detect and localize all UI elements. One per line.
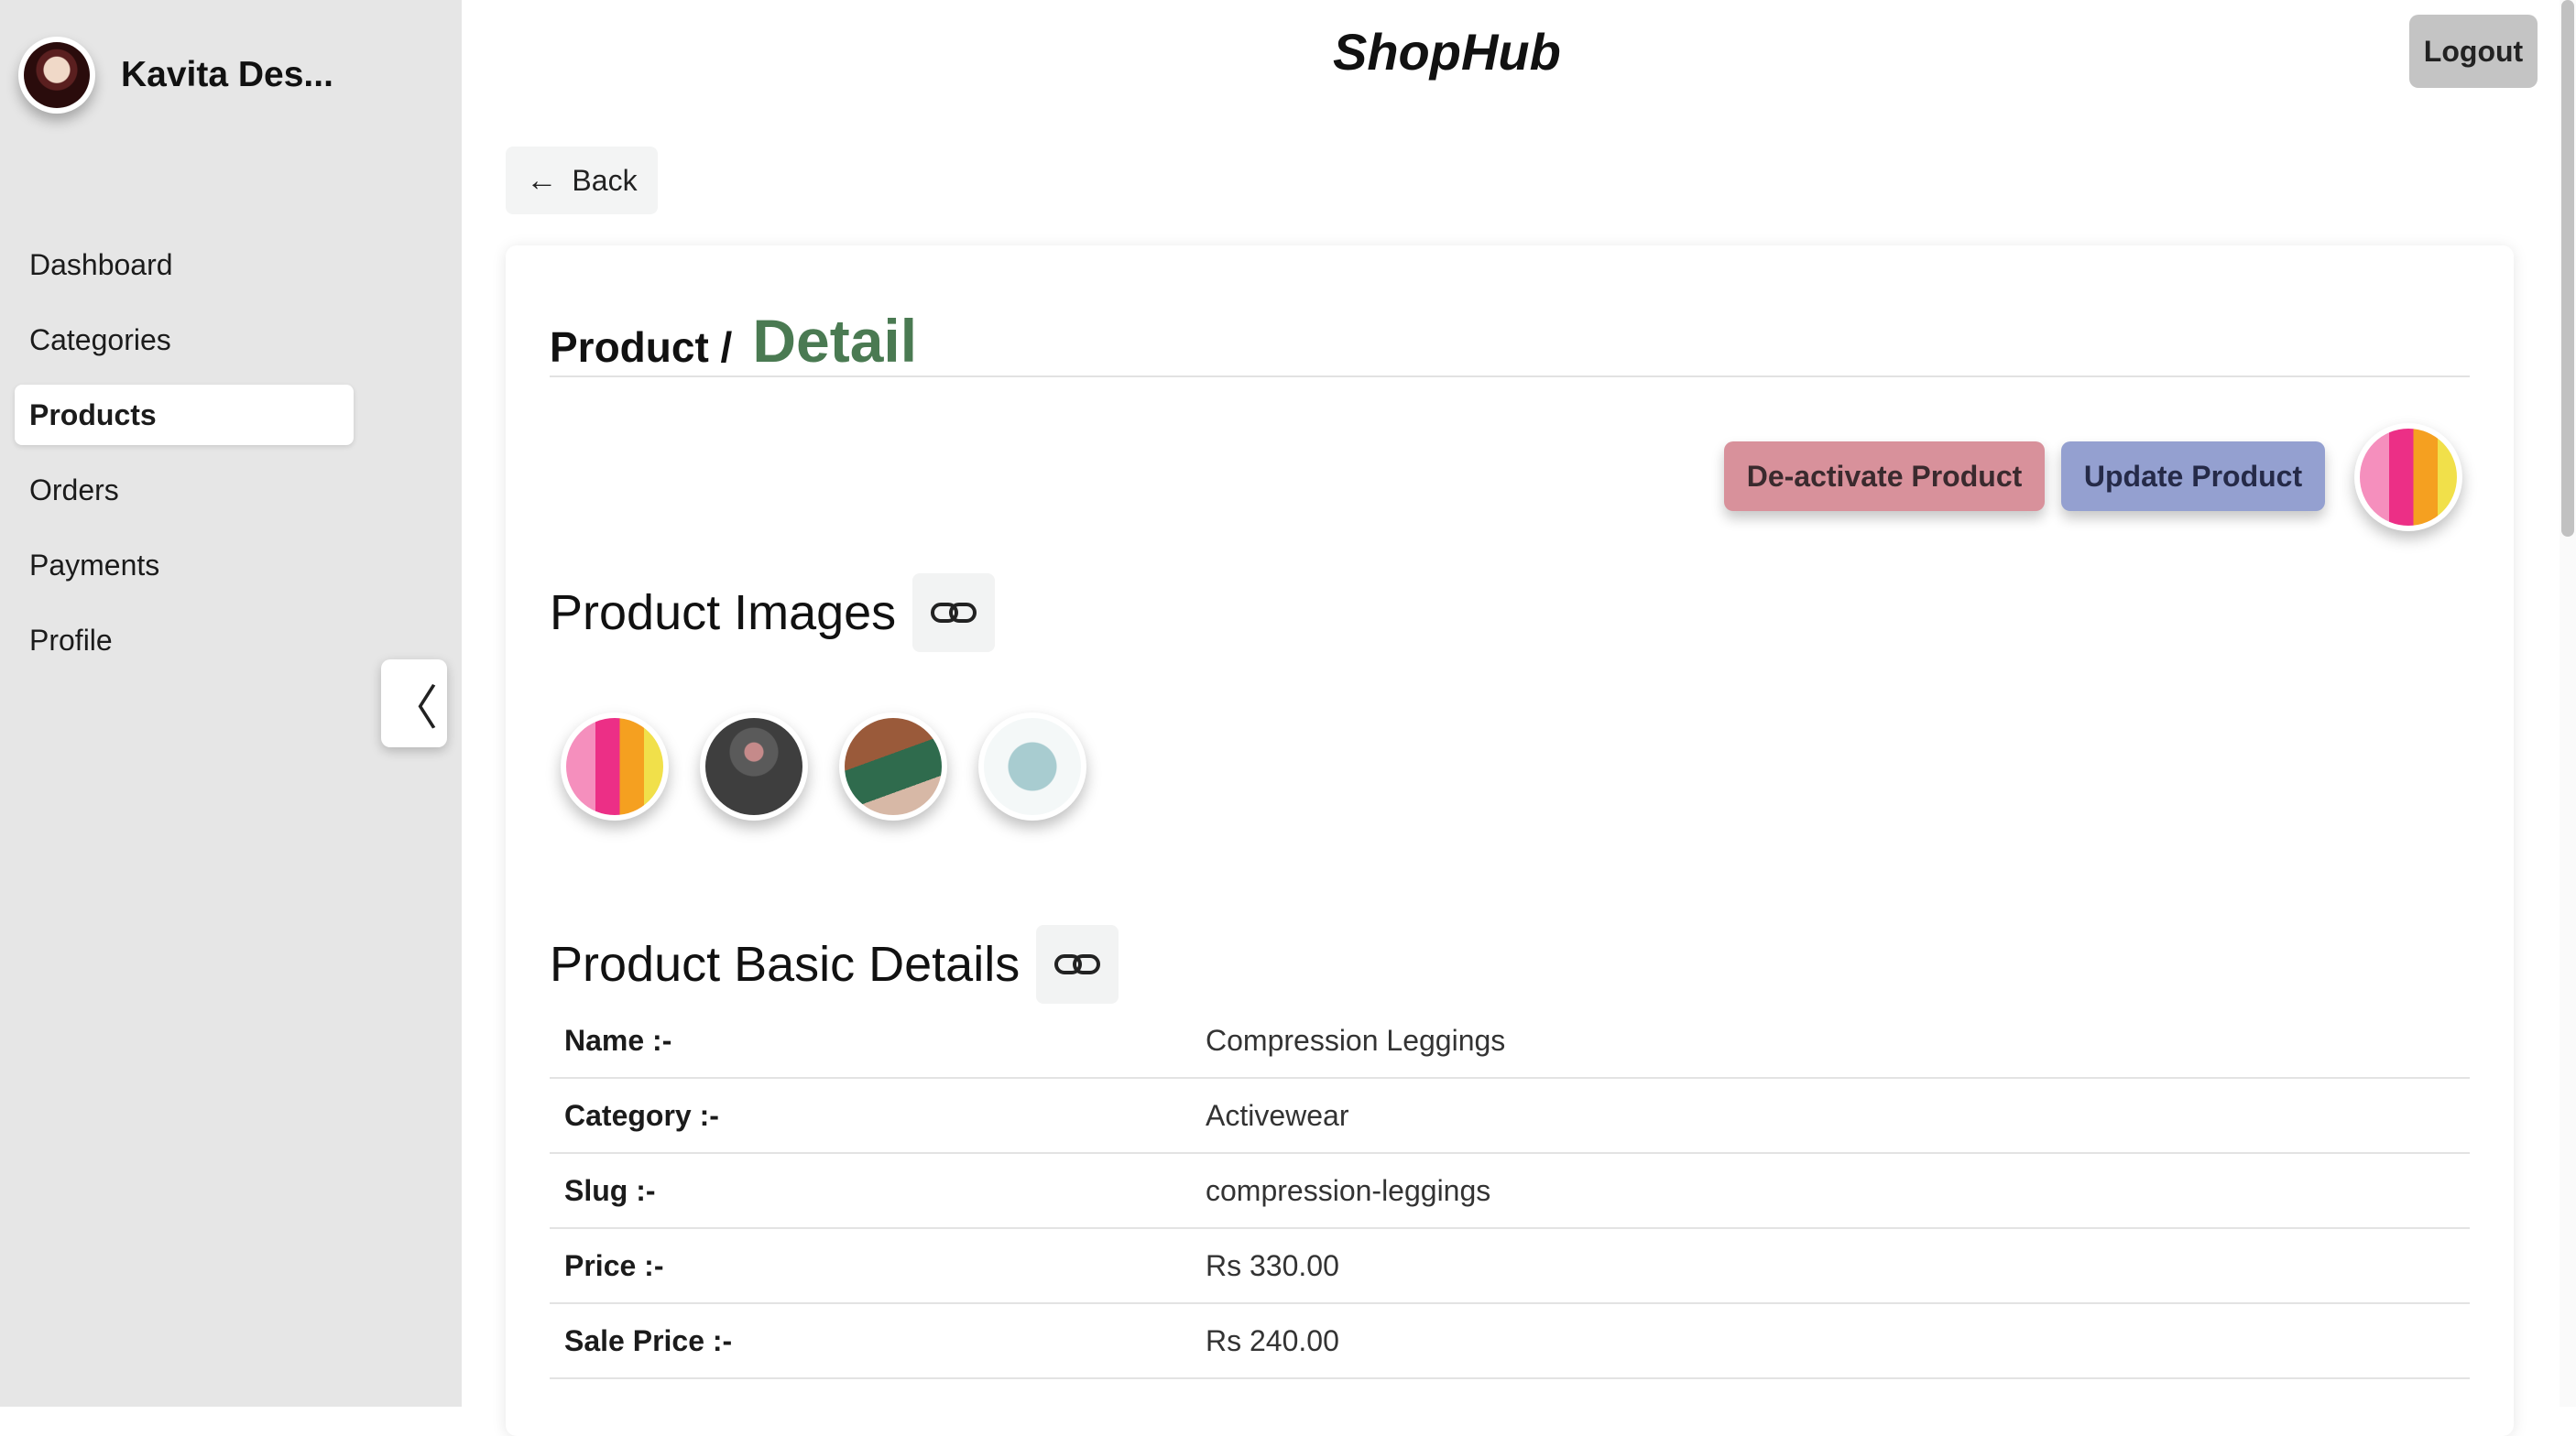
sidebar: Kavita Des... Dashboard Categories Produ…	[0, 0, 462, 1407]
detail-value: Activewear	[1206, 1098, 1349, 1132]
page-title-detail: Detail	[752, 307, 918, 375]
avatar[interactable]	[18, 37, 95, 114]
user-name: Kavita Des...	[121, 55, 333, 94]
detail-value: Rs 240.00	[1206, 1323, 1339, 1357]
back-label: Back	[572, 163, 638, 197]
sidebar-item-profile[interactable]: Profile	[15, 610, 354, 670]
link-icon[interactable]	[912, 573, 996, 652]
product-detail-card: Product / Detail De-activate Product Upd…	[506, 245, 2514, 1436]
table-row: Price :- Rs 330.00	[550, 1229, 2470, 1304]
detail-value: Rs 330.00	[1206, 1248, 1339, 1282]
product-images-heading: Product Images	[550, 573, 996, 652]
back-button[interactable]: ← Back	[506, 147, 658, 214]
sidebar-item-dashboard[interactable]: Dashboard	[15, 234, 354, 295]
sidebar-nav: Dashboard Categories Products Orders Pay…	[15, 234, 354, 685]
detail-label: Category :-	[564, 1098, 719, 1132]
product-image-thumbnail[interactable]	[561, 713, 669, 821]
table-row: Category :- Activewear	[550, 1079, 2470, 1154]
page-title: Product / Detail	[550, 306, 917, 375]
chevron-left-icon: 〈	[389, 681, 438, 735]
product-image-thumbnail[interactable]	[700, 713, 808, 821]
logout-button[interactable]: Logout	[2409, 15, 2538, 88]
detail-value: compression-leggings	[1206, 1173, 1491, 1207]
table-row: Name :- Compression Leggings	[550, 1004, 2470, 1079]
breadcrumb: Product /	[550, 323, 733, 371]
sidebar-item-orders[interactable]: Orders	[15, 460, 354, 520]
product-main-thumbnail[interactable]	[2354, 423, 2462, 531]
detail-label: Sale Price :-	[564, 1323, 733, 1357]
sidebar-item-categories[interactable]: Categories	[15, 310, 354, 370]
sidebar-item-products[interactable]: Products	[15, 385, 354, 445]
table-row: Slug :- compression-leggings	[550, 1154, 2470, 1229]
deactivate-product-button[interactable]: De-activate Product	[1724, 441, 2045, 511]
detail-label: Slug :-	[564, 1173, 656, 1207]
update-product-button[interactable]: Update Product	[2061, 441, 2325, 511]
product-image-thumbnail[interactable]	[839, 713, 947, 821]
detail-label: Name :-	[564, 1023, 672, 1057]
brand-title: ShopHub	[1333, 23, 1561, 81]
divider	[550, 375, 2470, 377]
arrow-left-icon: ←	[526, 162, 558, 198]
product-basic-details-title: Product Basic Details	[550, 937, 1021, 992]
link-icon[interactable]	[1036, 925, 1119, 1004]
sidebar-item-payments[interactable]: Payments	[15, 535, 354, 595]
scrollbar-thumb[interactable]	[2561, 0, 2574, 537]
product-images-title: Product Images	[550, 585, 897, 640]
sidebar-collapse-button[interactable]: 〈	[381, 659, 447, 747]
detail-value: Compression Leggings	[1206, 1023, 1506, 1057]
product-image-thumbnail[interactable]	[978, 713, 1086, 821]
table-row: Sale Price :- Rs 240.00	[550, 1304, 2470, 1379]
detail-label: Price :-	[564, 1248, 664, 1282]
product-basic-details-heading: Product Basic Details	[550, 925, 1119, 1004]
user-profile[interactable]: Kavita Des...	[18, 37, 333, 114]
product-details-table: Name :- Compression Leggings Category :-…	[550, 1004, 2470, 1379]
